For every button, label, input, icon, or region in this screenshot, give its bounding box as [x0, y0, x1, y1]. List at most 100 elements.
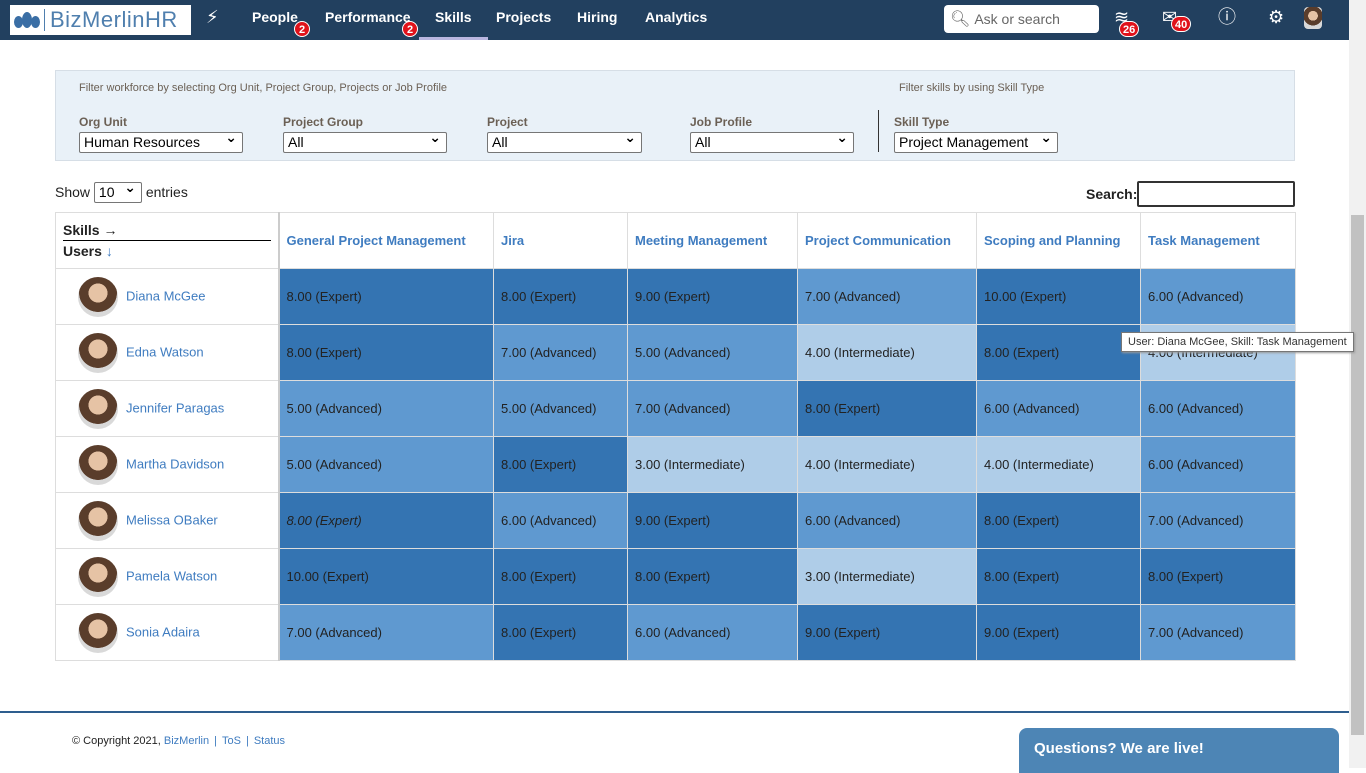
entries-control: Show 10 entries — [55, 178, 188, 203]
skill-score-cell[interactable]: 8.00 (Expert) — [493, 604, 628, 661]
user-link[interactable]: Pamela Watson — [126, 568, 217, 583]
help-icon[interactable]: ⓘ — [1218, 8, 1236, 26]
user-cell: Sonia Adaira — [55, 604, 280, 661]
table-row: Diana McGee 8.00 (Expert) 8.00 (Expert) 9.0… — [55, 268, 1296, 325]
skill-score-cell[interactable]: 9.00 (Expert) — [797, 604, 977, 661]
skill-score-cell[interactable]: 8.00 (Expert) — [797, 380, 977, 437]
skill-score-cell[interactable]: 6.00 (Advanced) — [1140, 268, 1296, 325]
skill-score-cell[interactable]: 8.00 (Expert) — [278, 268, 494, 325]
avatar — [78, 500, 118, 541]
live-chat-button[interactable]: Questions? We are live! — [1019, 728, 1339, 773]
skill-score-cell[interactable]: 7.00 (Advanced) — [493, 324, 628, 381]
user-avatar[interactable] — [1304, 7, 1322, 29]
skill-score-cell[interactable]: 4.00 (Intermediate) — [797, 436, 977, 493]
table-row: Sonia Adaira 7.00 (Advanced) 8.00 (Expert)… — [55, 604, 1296, 661]
user-link[interactable]: Martha Davidson — [126, 456, 224, 471]
scrollbar[interactable] — [1349, 0, 1366, 768]
skill-header[interactable]: Project Communication — [797, 212, 977, 269]
skill-header[interactable]: Meeting Management — [627, 212, 798, 269]
skill-score-cell[interactable]: 8.00 (Expert) — [493, 268, 628, 325]
skill-score-cell[interactable]: 5.00 (Advanced) — [278, 380, 494, 437]
project-group-select[interactable]: All — [283, 128, 447, 153]
avatar — [78, 556, 118, 597]
skill-score-cell[interactable]: 5.00 (Advanced) — [278, 436, 494, 493]
table-row: Martha Davidson 5.00 (Advanced) 8.00 (Expe… — [55, 436, 1296, 493]
skill-score-cell[interactable]: 8.00 (Expert) — [493, 436, 628, 493]
skill-header[interactable]: Task Management — [1140, 212, 1296, 269]
user-link[interactable]: Diana McGee — [126, 288, 205, 303]
top-navbar: BizMerlinHR ⚡︎ People 2 Performance 2 Skil… — [0, 0, 1349, 40]
skill-score-cell[interactable]: 8.00 (Expert) — [627, 548, 798, 605]
skill-score-cell[interactable]: 7.00 (Advanced) — [1140, 604, 1296, 661]
skill-score-cell[interactable]: 7.00 (Advanced) — [627, 380, 798, 437]
skill-score-cell[interactable]: 7.00 (Advanced) — [797, 268, 977, 325]
status-link[interactable]: Status — [254, 735, 285, 747]
nav-projects[interactable]: Projects — [496, 0, 551, 40]
skill-score-cell[interactable]: 10.00 (Expert) — [976, 268, 1141, 325]
gear-icon[interactable]: ⚙︎ — [1268, 8, 1284, 26]
skill-score-cell[interactable]: 5.00 (Advanced) — [627, 324, 798, 381]
nav-analytics[interactable]: Analytics — [645, 0, 707, 40]
user-link[interactable]: Edna Watson — [126, 344, 204, 359]
job-profile-select[interactable]: All — [690, 128, 854, 153]
skill-score-cell[interactable]: 6.00 (Advanced) — [976, 380, 1141, 437]
tos-link[interactable]: ToS — [222, 735, 241, 747]
skill-score-cell[interactable]: 6.00 (Advanced) — [1140, 380, 1296, 437]
people-badge: 2 — [294, 21, 310, 37]
skill-score-cell[interactable]: 6.00 (Advanced) — [1140, 436, 1296, 493]
avatar — [78, 388, 118, 429]
skill-score-cell[interactable]: 4.00 (Intermediate) — [976, 436, 1141, 493]
project-select[interactable]: All — [487, 128, 642, 153]
skill-score-cell[interactable]: 3.00 (Intermediate) — [797, 548, 977, 605]
user-cell: Melissa OBaker — [55, 492, 280, 549]
skill-score-cell[interactable]: 8.00 (Expert) — [278, 492, 494, 549]
skill-score-cell[interactable]: 7.00 (Advanced) — [278, 604, 494, 661]
skill-score-cell[interactable]: 9.00 (Expert) — [627, 492, 798, 549]
performance-badge: 2 — [402, 21, 418, 37]
skill-score-cell[interactable]: 8.00 (Expert) — [493, 548, 628, 605]
footer: © Copyright 2021, BizMerlin | ToS | Status — [72, 735, 285, 747]
lightning-icon[interactable]: ⚡︎ — [206, 8, 219, 26]
skill-score-cell[interactable]: 8.00 (Expert) — [278, 324, 494, 381]
user-link[interactable]: Jennifer Paragas — [126, 400, 224, 415]
logo-text: BizMerlinHR — [50, 7, 178, 32]
logo[interactable]: BizMerlinHR — [10, 5, 191, 35]
skill-type-select[interactable]: Project Management — [894, 128, 1058, 153]
entries-select[interactable]: 10 — [93, 178, 142, 203]
skill-score-cell[interactable]: 9.00 (Expert) — [976, 604, 1141, 661]
skill-score-cell[interactable]: 5.00 (Advanced) — [493, 380, 628, 437]
avatar — [78, 444, 118, 485]
user-link[interactable]: Sonia Adaira — [126, 624, 200, 639]
nav-people[interactable]: People 2 — [252, 0, 310, 40]
skill-score-cell[interactable]: 8.00 (Expert) — [976, 492, 1141, 549]
skill-score-cell[interactable]: 8.00 (Expert) — [1140, 548, 1296, 605]
skill-score-cell[interactable]: 6.00 (Advanced) — [493, 492, 628, 549]
corner-header: Skills → Users ↓ — [55, 212, 280, 269]
table-row: Pamela Watson 10.00 (Expert) 8.00 (Expert)… — [55, 548, 1296, 605]
skill-score-cell[interactable]: 7.00 (Advanced) — [1140, 492, 1296, 549]
nav-performance[interactable]: Performance 2 — [325, 0, 418, 40]
org-unit-select[interactable]: Human Resources — [79, 128, 243, 153]
skill-header[interactable]: Jira — [493, 212, 628, 269]
skill-score-cell[interactable]: 6.00 (Advanced) — [797, 492, 977, 549]
avatar — [78, 612, 118, 653]
cell-tooltip: User: Diana McGee, Skill: Task Managemen… — [1121, 332, 1354, 352]
skill-score-cell[interactable]: 6.00 (Advanced) — [627, 604, 798, 661]
user-cell: Edna Watson — [55, 324, 280, 381]
skill-score-cell[interactable]: 8.00 (Expert) — [976, 324, 1141, 381]
nav-hiring[interactable]: Hiring — [577, 0, 617, 40]
skill-header[interactable]: Scoping and Planning — [976, 212, 1141, 269]
skill-score-cell[interactable]: 8.00 (Expert) — [976, 548, 1141, 605]
skill-score-cell[interactable]: 3.00 (Intermediate) — [627, 436, 798, 493]
skill-score-cell[interactable]: 4.00 (Intermediate) — [797, 324, 977, 381]
user-link[interactable]: Melissa OBaker — [126, 512, 218, 527]
global-search-input[interactable]: 🔍︎ Ask or search — [944, 5, 1099, 33]
table-search-input[interactable] — [1137, 181, 1295, 207]
nav-skills[interactable]: Skills — [419, 0, 488, 40]
people-logo-icon — [14, 10, 40, 30]
skill-score-cell[interactable]: 9.00 (Expert) — [627, 268, 798, 325]
skill-header[interactable]: General Project Management — [278, 212, 494, 269]
bizmerlin-link[interactable]: BizMerlin — [164, 735, 209, 747]
skill-score-cell[interactable]: 10.00 (Expert) — [278, 548, 494, 605]
skill-filter-note: Filter skills by using Skill Type — [899, 82, 1045, 94]
